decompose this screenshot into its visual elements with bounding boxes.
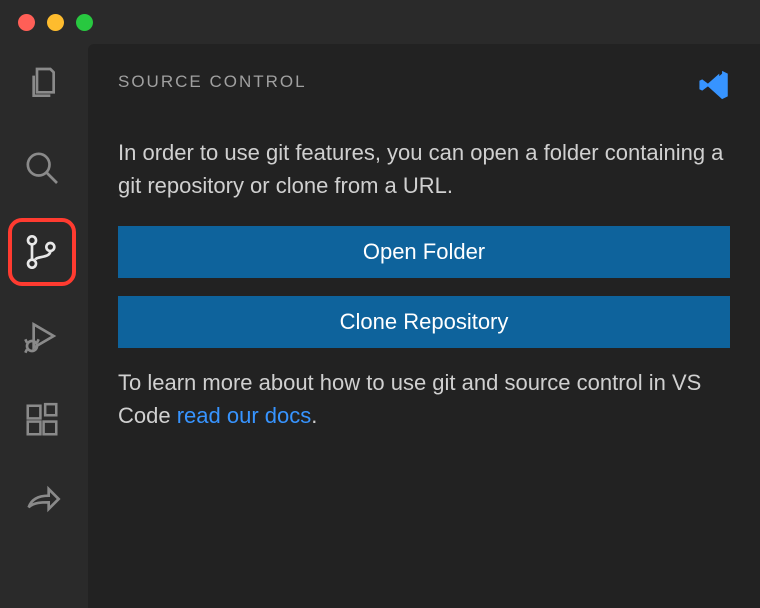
files-icon	[22, 64, 62, 104]
activity-run-debug[interactable]	[14, 308, 70, 364]
activity-extensions[interactable]	[14, 392, 70, 448]
footer-suffix: .	[311, 403, 317, 428]
activity-source-control[interactable]	[14, 224, 70, 280]
activity-explorer[interactable]	[14, 56, 70, 112]
close-window-button[interactable]	[18, 14, 35, 31]
maximize-window-button[interactable]	[76, 14, 93, 31]
activity-live-share[interactable]	[14, 476, 70, 532]
main-area: SOURCE CONTROL In order to use git featu…	[0, 44, 760, 608]
source-control-panel: SOURCE CONTROL In order to use git featu…	[88, 44, 760, 608]
clone-repository-button[interactable]: Clone Repository	[118, 296, 730, 348]
extensions-icon	[23, 401, 61, 439]
minimize-window-button[interactable]	[47, 14, 64, 31]
share-arrow-icon	[22, 484, 62, 524]
activity-bar	[0, 44, 84, 608]
panel-title: SOURCE CONTROL	[118, 72, 730, 92]
search-icon	[22, 148, 62, 188]
panel-description: In order to use git features, you can op…	[118, 136, 730, 202]
window-titlebar	[0, 0, 760, 44]
panel-footer-text: To learn more about how to use git and s…	[118, 366, 730, 432]
activity-search[interactable]	[14, 140, 70, 196]
git-branch-icon	[22, 232, 62, 272]
play-bug-icon	[22, 316, 62, 356]
read-docs-link[interactable]: read our docs	[177, 403, 312, 428]
open-folder-button[interactable]: Open Folder	[118, 226, 730, 278]
vscode-logo-icon	[698, 68, 732, 107]
